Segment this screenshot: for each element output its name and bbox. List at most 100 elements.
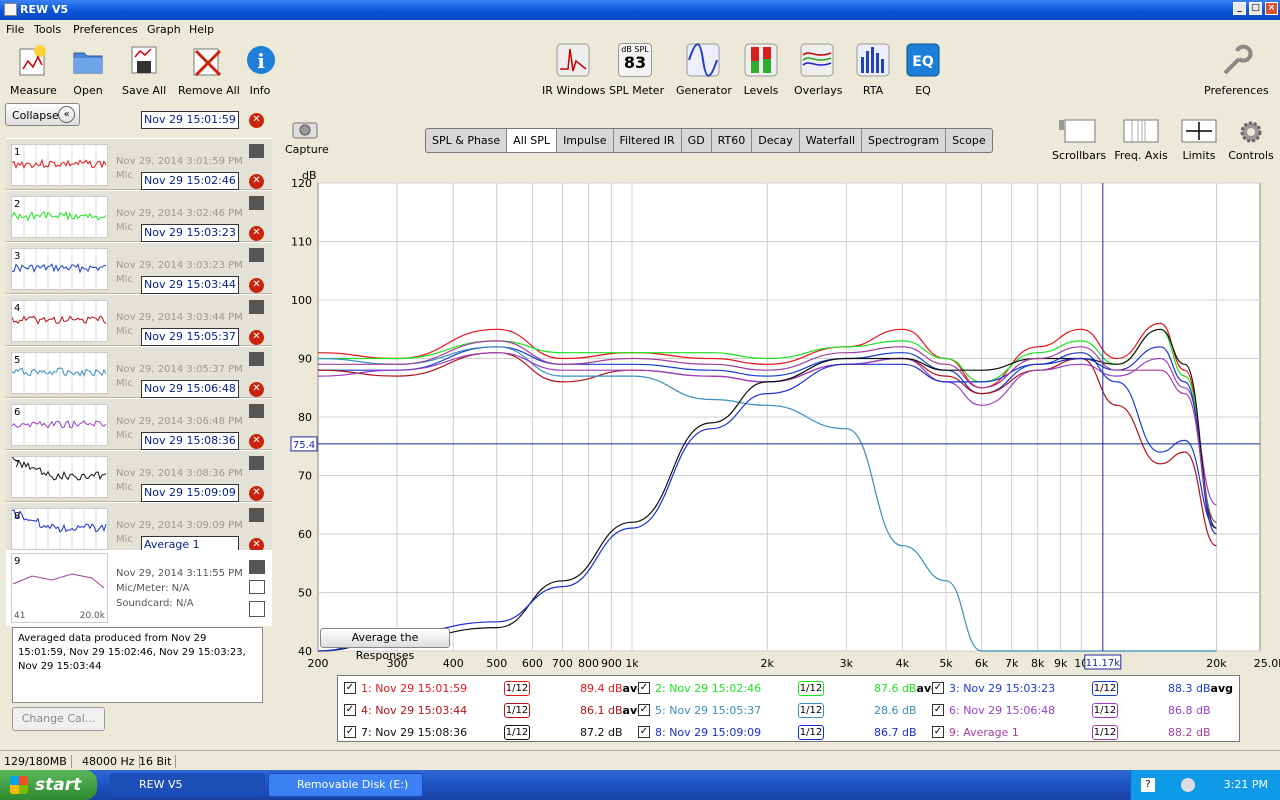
edit-icon[interactable] xyxy=(249,248,264,262)
edit-icon[interactable] xyxy=(249,196,264,210)
legend-checkbox[interactable]: ✓ xyxy=(932,726,944,738)
legend-smoothing[interactable]: 1/12 xyxy=(798,681,824,696)
legend-checkbox[interactable]: ✓ xyxy=(638,682,650,694)
measure-button[interactable]: Measure xyxy=(10,43,57,101)
menu-preferences[interactable]: Preferences xyxy=(73,23,138,36)
limits-button[interactable]: Limits xyxy=(1178,118,1220,162)
delete-icon[interactable]: ✕ xyxy=(249,226,264,241)
tab-spectrogram[interactable]: Spectrogram xyxy=(862,129,947,152)
ir-windows-button[interactable]: IR Windows xyxy=(542,43,606,101)
legend-checkbox[interactable]: ✓ xyxy=(638,726,650,738)
tab-rt60[interactable]: RT60 xyxy=(712,129,753,152)
menu-tools[interactable]: Tools xyxy=(34,23,61,36)
legend-smoothing[interactable]: 1/12 xyxy=(504,703,530,718)
maximize-button[interactable]: □ xyxy=(1249,2,1262,15)
open-label: Open xyxy=(73,84,103,97)
tab-waterfall[interactable]: Waterfall xyxy=(800,129,863,152)
spl-graph[interactable]: 120110100908070605040dB20030040050060070… xyxy=(280,165,1280,675)
delete-icon[interactable]: ✕ xyxy=(249,278,264,293)
tab-decay[interactable]: Decay xyxy=(752,129,800,152)
edit-icon[interactable] xyxy=(249,352,264,366)
open-button[interactable]: Open xyxy=(70,43,106,101)
tray-arrow-icon[interactable] xyxy=(1181,778,1195,792)
help-icon[interactable]: ? xyxy=(1141,778,1155,792)
legend-name: 9: Average 1 xyxy=(949,726,1019,739)
tab-filtered-ir[interactable]: Filtered IR xyxy=(614,129,682,152)
measurement-name-field[interactable]: Nov 29 15:09:09 xyxy=(141,484,239,502)
graph-canvas[interactable]: 120110100908070605040dB20030040050060070… xyxy=(280,165,1280,675)
scrollbars-button[interactable]: Scrollbars xyxy=(1052,118,1106,162)
delete-icon[interactable]: ✕ xyxy=(249,113,264,128)
minimize-button[interactable]: _ xyxy=(1233,2,1246,15)
measurement-name-field[interactable]: Nov 29 15:02:46 xyxy=(141,172,239,190)
generator-button[interactable]: Generator xyxy=(676,43,732,101)
remove-all-button[interactable]: Remove All xyxy=(178,43,240,101)
delete-icon[interactable]: ✕ xyxy=(249,434,264,449)
tab-spl-phase[interactable]: SPL & Phase xyxy=(426,129,508,152)
notes-icon[interactable] xyxy=(249,601,265,617)
legend-checkbox[interactable]: ✓ xyxy=(932,704,944,716)
close-button[interactable]: × xyxy=(1265,2,1278,15)
edit-icon[interactable] xyxy=(249,144,264,158)
average-responses-button[interactable]: Average the Responses xyxy=(320,628,450,662)
task-removable-disk[interactable]: Removable Disk (E:) xyxy=(268,773,423,797)
legend-checkbox[interactable]: ✓ xyxy=(638,704,650,716)
spl-meter-button[interactable]: dB SPL 83 SPL Meter xyxy=(609,43,664,101)
cal-icon[interactable] xyxy=(249,580,265,594)
controls-button[interactable]: Controls xyxy=(1228,118,1274,162)
edit-icon[interactable] xyxy=(249,560,265,574)
legend-smoothing[interactable]: 1/12 xyxy=(1092,703,1118,718)
measurement-name-field[interactable]: Nov 29 15:01:59 xyxy=(141,111,239,129)
tab-impulse[interactable]: Impulse xyxy=(557,129,614,152)
delete-icon[interactable]: ✕ xyxy=(249,330,264,345)
menu-help[interactable]: Help xyxy=(189,23,214,36)
levels-button[interactable]: Levels xyxy=(742,43,780,101)
legend-checkbox[interactable]: ✓ xyxy=(344,726,356,738)
info-button[interactable]: i Info xyxy=(244,43,276,101)
collapse-button[interactable]: Collapse « xyxy=(5,103,80,126)
freq-axis-button[interactable]: Freq. Axis xyxy=(1114,118,1168,162)
measurement-name-field[interactable]: Nov 29 15:05:37 xyxy=(141,328,239,346)
menu-file[interactable]: File xyxy=(6,23,24,36)
legend-smoothing[interactable]: 1/12 xyxy=(798,703,824,718)
measurement-name-field[interactable]: Nov 29 15:06:48 xyxy=(141,380,239,398)
task-rew[interactable]: REW V5 xyxy=(110,773,265,797)
menu-graph[interactable]: Graph xyxy=(147,23,181,36)
legend-name: 4: Nov 29 15:03:44 xyxy=(361,704,468,717)
system-tray: ? 3:21 PM xyxy=(1130,770,1280,800)
save-all-button[interactable]: Save All xyxy=(122,43,166,101)
delete-icon[interactable]: ✕ xyxy=(249,382,264,397)
mini-graph xyxy=(12,509,107,549)
measurement-name-field[interactable]: Nov 29 15:03:44 xyxy=(141,276,239,294)
measurement-name-field[interactable]: Nov 29 15:03:23 xyxy=(141,224,239,242)
legend-smoothing[interactable]: 1/12 xyxy=(504,681,530,696)
capture-button[interactable]: Capture xyxy=(285,118,329,156)
legend-smoothing[interactable]: 1/12 xyxy=(504,725,530,740)
edit-icon[interactable] xyxy=(249,456,264,470)
edit-icon[interactable] xyxy=(249,404,264,418)
measurements-panel: Collapse « 1 Nov 29, 2014 3:01:59 PM Mic 2 N… xyxy=(3,102,273,744)
legend-checkbox[interactable]: ✓ xyxy=(344,682,356,694)
change-cal-button[interactable]: Change Cal... xyxy=(12,707,105,731)
legend-checkbox[interactable]: ✓ xyxy=(344,704,356,716)
edit-icon[interactable] xyxy=(249,300,264,314)
legend-checkbox[interactable]: ✓ xyxy=(932,682,944,694)
measurement-name-field[interactable]: Nov 29 15:08:36 xyxy=(141,432,239,450)
selected-measurement[interactable]: 9 41 20.0k Nov 29, 2014 3:11:55 PM Mic/M… xyxy=(6,550,272,626)
preferences-button[interactable]: Preferences xyxy=(1204,43,1269,101)
tab-gd[interactable]: GD xyxy=(682,129,712,152)
tab-all-spl[interactable]: All SPL xyxy=(507,129,558,152)
start-button[interactable]: start xyxy=(0,770,97,800)
legend-smoothing[interactable]: 1/12 xyxy=(798,725,824,740)
notes-box[interactable]: Averaged data produced from Nov 29 15:01… xyxy=(12,627,263,703)
delete-icon[interactable]: ✕ xyxy=(249,174,264,189)
overlays-button[interactable]: Overlays xyxy=(794,43,843,101)
tab-scope[interactable]: Scope xyxy=(946,129,992,152)
legend-smoothing[interactable]: 1/12 xyxy=(1092,725,1118,740)
start-label: start xyxy=(35,775,82,795)
legend-smoothing[interactable]: 1/12 xyxy=(1092,681,1118,696)
delete-icon[interactable]: ✕ xyxy=(249,486,264,501)
eq-button[interactable]: EQ EQ xyxy=(906,43,940,101)
rta-button[interactable]: RTA xyxy=(856,43,890,101)
edit-icon[interactable] xyxy=(249,508,264,522)
